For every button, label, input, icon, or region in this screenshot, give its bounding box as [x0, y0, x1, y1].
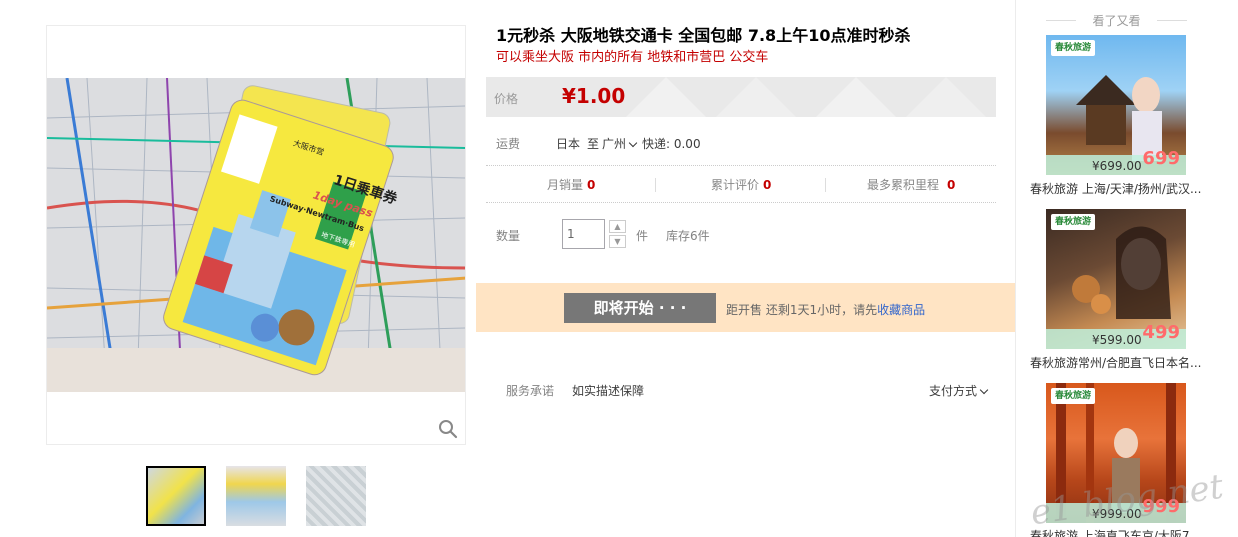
recommend-logo: 春秋旅游 [1051, 214, 1096, 230]
price-label: 价格 [494, 92, 519, 106]
stat-separator [655, 178, 656, 192]
coming-soon-button[interactable]: 即将开始 · · · [564, 293, 716, 323]
recommend-heading: 看了又看 [1046, 12, 1187, 29]
column-divider [1015, 0, 1016, 537]
stat-monthly-sales: 月销量 0 [547, 178, 596, 192]
stock-text: 库存6件 [666, 229, 710, 243]
stats-row: 月销量 0 累计评价 0 最多累积里程 0 [486, 176, 996, 194]
shipping-method: 快递: 0.00 [642, 137, 701, 151]
quantity-increase-button[interactable]: ▲ [609, 220, 626, 233]
recommend-logo: 春秋旅游 [1051, 40, 1096, 56]
shipping-from: 日本 [556, 137, 581, 151]
chevron-down-icon [628, 138, 638, 148]
recommend-price: ¥699.00 [1092, 159, 1142, 173]
thumbnail-2[interactable] [226, 466, 286, 526]
price-value: ¥1.00 [562, 84, 626, 108]
recommend-item-name[interactable]: 春秋旅游 上海/天津/扬州/武汉... [1030, 180, 1205, 197]
product-photo: 1日乗車券 1day pass Subway·Newtram·Bus 大阪市営 … [47, 78, 465, 392]
recommend-item-image[interactable]: 春秋旅游 699 ¥699.00 [1046, 35, 1186, 175]
shipping-destination-select[interactable]: 广州 [602, 135, 638, 152]
stat-reviews[interactable]: 累计评价 0 [711, 176, 771, 193]
shipping-to-prefix: 至 [587, 137, 600, 151]
payment-dropdown[interactable]: 支付方式 [929, 382, 989, 399]
quantity-input[interactable] [562, 219, 605, 249]
main-product-image[interactable]: 1日乗車券 1day pass Subway·Newtram·Bus 大阪市営 … [46, 25, 466, 445]
payment-label: 支付方式 [929, 384, 978, 398]
recommend-logo: 春秋旅游 [1051, 388, 1096, 404]
service-label: 服务承诺 [506, 384, 555, 398]
divider [486, 202, 996, 203]
magnifier-icon[interactable] [437, 418, 459, 440]
recommend-item-name[interactable]: 春秋旅游常州/合肥直飞日本名... [1030, 354, 1205, 371]
product-title: 1元秒杀 大阪地铁交通卡 全国包邮 7.8上午10点准时秒杀 [496, 26, 911, 45]
service-value[interactable]: 如实描述保障 [572, 382, 644, 399]
thumbnail-1[interactable] [146, 466, 206, 526]
stat-points: 最多累积里程 0 [867, 178, 956, 192]
favorite-link[interactable]: 收藏商品 [877, 303, 925, 317]
recommend-item-image[interactable]: 春秋旅游 499 ¥599.00 [1046, 209, 1186, 349]
chevron-down-icon [979, 385, 989, 395]
price-box: 价格 ¥1.00 [486, 77, 996, 117]
stat-separator [825, 178, 826, 192]
recommend-big-price: 699 [1142, 148, 1180, 169]
sale-bar: 即将开始 · · · 距开售 还剩1天1小时，请先收藏商品 [476, 283, 1015, 332]
thumbnail-3[interactable] [306, 466, 366, 526]
recommend-big-price: 499 [1142, 322, 1180, 343]
quantity-unit: 件 [636, 229, 649, 243]
shipping-to: 广州 [602, 137, 627, 151]
quantity-label: 数量 [496, 229, 521, 243]
shipping-label: 运费 [496, 137, 521, 151]
sale-countdown: 距开售 还剩1天1小时，请先收藏商品 [726, 303, 926, 317]
recommend-price: ¥599.00 [1092, 333, 1142, 347]
divider [486, 165, 996, 166]
quantity-decrease-button[interactable]: ▼ [609, 235, 626, 248]
product-subtitle: 可以乘坐大阪 市内的所有 地铁和市营巴 公交车 [496, 50, 769, 65]
